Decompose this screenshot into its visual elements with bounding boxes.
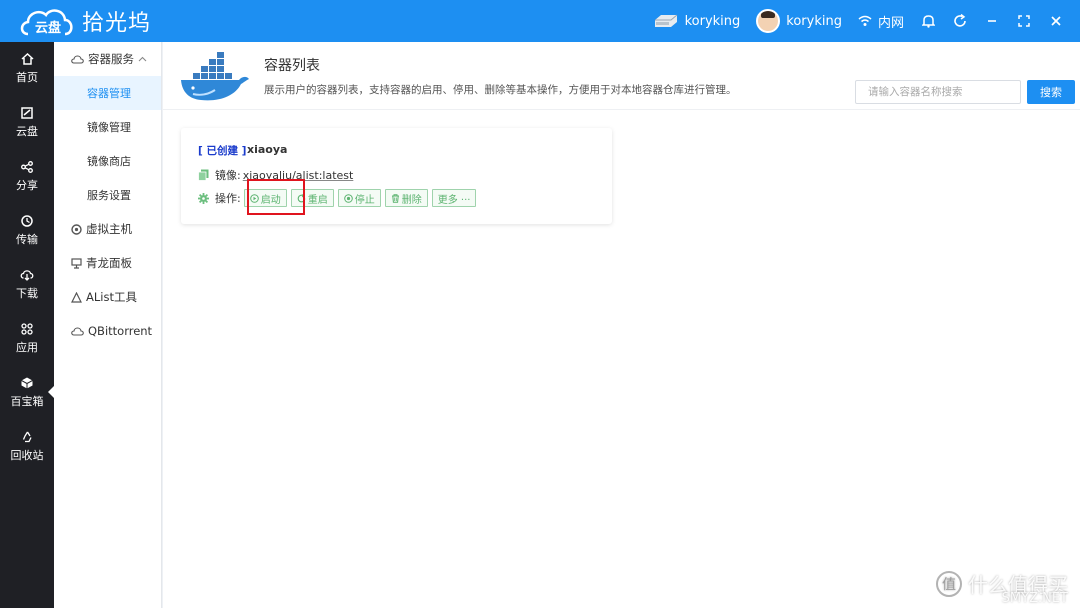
nav-label: 应用 <box>16 341 38 354</box>
delete-button-label: 删除 <box>401 194 422 206</box>
watermark-sub: SMYZ.NET <box>1001 591 1068 606</box>
device-selector[interactable]: koryking <box>653 13 741 29</box>
nav-item-apps[interactable]: 应用 <box>0 312 54 366</box>
nav-label: 回收站 <box>10 449 44 462</box>
nav-item-share[interactable]: 分享 <box>0 150 54 204</box>
transfer-icon <box>21 215 33 227</box>
nav-item-transfer[interactable]: 传输 <box>0 204 54 258</box>
delete-button[interactable]: 删除 <box>384 189 428 207</box>
stop-button-label: 停止 <box>354 194 375 206</box>
subnav-group-label: 容器服务 <box>88 52 134 66</box>
app-logo: 云盘 拾光坞 <box>18 4 151 38</box>
bell-icon[interactable] <box>920 13 936 29</box>
monitor-icon <box>71 257 82 269</box>
main-content: 容器列表 展示用户的容器列表，支持容器的启用、停用、删除等基本操作，方便用于对本… <box>163 42 1080 608</box>
home-icon <box>20 53 34 65</box>
subnav-label: QBittorrent <box>88 324 153 338</box>
trash-icon <box>391 193 399 203</box>
minimize-icon[interactable] <box>984 13 1000 29</box>
subnav-label: AList工具 <box>86 290 137 304</box>
nav-item-home[interactable]: 首页 <box>0 42 54 96</box>
user-menu[interactable]: koryking <box>756 9 842 33</box>
logo-badge-text: 云盘 <box>35 21 62 36</box>
container-card: [ 已创建 ] xiaoya 镜像: xiaoyaliu/alist:lates… <box>181 128 612 224</box>
nav-label: 传输 <box>16 233 38 246</box>
nav-label: 百宝箱 <box>10 395 44 408</box>
watermark: 值 什么值得买 SMYZ.NET <box>936 569 1068 606</box>
image-label: 镜像: <box>215 169 241 182</box>
sub-nav: 容器服务 容器管理 镜像管理 镜像商店 服务设置 虚拟主机 青龙面板 AList… <box>54 42 162 608</box>
subnav-item-container-manage[interactable]: 容器管理 <box>54 76 161 110</box>
chevron-up-icon <box>138 56 147 62</box>
page-title: 容器列表 <box>264 58 320 74</box>
toolbox-icon <box>21 377 33 389</box>
subnav-label: 青龙面板 <box>86 256 132 270</box>
wifi-icon <box>858 15 872 26</box>
highlight-box <box>247 179 305 215</box>
maximize-icon[interactable] <box>1016 13 1032 29</box>
cloud-disk-icon <box>21 107 33 119</box>
cloud-icon <box>71 327 84 336</box>
avatar <box>756 9 781 33</box>
refresh-icon[interactable] <box>952 13 968 29</box>
network-label: 内网 <box>877 15 904 31</box>
nav-label: 下载 <box>16 287 38 300</box>
stop-circle-icon <box>343 193 353 203</box>
stop-button[interactable]: 停止 <box>337 189 381 207</box>
page-description: 展示用户的容器列表，支持容器的启用、停用、删除等基本操作，方便用于对本地容器仓库… <box>264 84 737 96</box>
close-icon[interactable] <box>1048 13 1064 29</box>
docker-whale-icon <box>181 52 249 101</box>
nav-item-recycle[interactable]: 回收站 <box>0 420 54 474</box>
recycle-icon <box>22 431 32 443</box>
subnav-item-image-store[interactable]: 镜像商店 <box>54 144 161 178</box>
nav-item-toolbox[interactable]: 百宝箱 <box>0 366 55 420</box>
network-status[interactable]: 内网 <box>858 12 904 31</box>
nav-label: 云盘 <box>16 125 38 138</box>
operations-row: 操作: 启动 重启 停止 删除 更多 ··· <box>198 189 480 207</box>
main-nav: 首页 云盘 分享 传输 下载 应用 百宝箱 回收站 <box>0 42 55 608</box>
nav-label: 首页 <box>16 71 38 84</box>
ubuntu-icon <box>71 223 82 235</box>
subnav-item-alist[interactable]: AList工具 <box>54 280 161 314</box>
nav-item-cloud-disk[interactable]: 云盘 <box>0 96 54 150</box>
search-button[interactable]: 搜索 <box>1027 80 1075 104</box>
operations-label: 操作: <box>215 192 241 205</box>
app-title: 拾光坞 <box>82 11 152 36</box>
more-button-label: 更多 ··· <box>437 194 471 206</box>
hard-disk-icon <box>654 14 677 27</box>
search-input[interactable] <box>855 80 1021 104</box>
top-bar: 云盘 拾光坞 koryking koryking 内网 <box>0 0 1080 42</box>
more-button[interactable]: 更多 ··· <box>431 189 477 207</box>
restart-button-label: 重启 <box>307 194 328 206</box>
share-icon <box>21 161 33 173</box>
subnav-item-qbittorrent[interactable]: QBittorrent <box>54 314 161 348</box>
subnav-group-container-service[interactable]: 容器服务 <box>54 42 161 76</box>
subnav-item-service-settings[interactable]: 服务设置 <box>54 178 161 212</box>
container-name: xiaoya <box>247 143 288 156</box>
cloud-logo-icon: 云盘 <box>18 4 76 38</box>
cloud-icon <box>71 55 84 64</box>
device-name: koryking <box>684 13 741 29</box>
nav-label: 分享 <box>16 179 38 192</box>
gear-icon <box>198 192 209 204</box>
subnav-label: 虚拟主机 <box>86 222 132 236</box>
copy-icon <box>198 169 209 181</box>
subnav-item-qinglong[interactable]: 青龙面板 <box>54 246 161 280</box>
status-badge: [ 已创建 ] <box>198 145 247 157</box>
nav-item-download[interactable]: 下载 <box>0 258 54 312</box>
apps-icon <box>21 323 33 335</box>
triangle-icon <box>71 291 82 303</box>
page-header: 容器列表 展示用户的容器列表，支持容器的启用、停用、删除等基本操作，方便用于对本… <box>163 42 1080 110</box>
subnav-item-virtual-host[interactable]: 虚拟主机 <box>54 212 161 246</box>
user-name: koryking <box>786 13 842 29</box>
subnav-item-image-manage[interactable]: 镜像管理 <box>54 110 161 144</box>
watermark-logo-icon: 值 <box>936 570 962 597</box>
download-icon <box>20 270 34 281</box>
